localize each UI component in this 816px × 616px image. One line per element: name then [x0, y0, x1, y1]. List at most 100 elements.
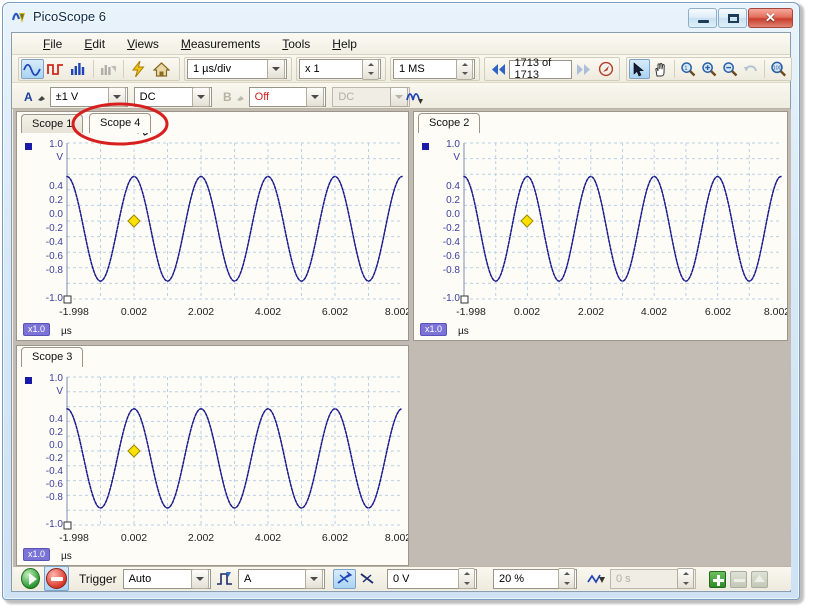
rising-edge-icon [337, 571, 353, 584]
minimize-button[interactable] [688, 8, 717, 28]
scope-2-graph[interactable]: 1.0V 0.40.20.0 -0.2-0.4-0.6 -0.8-1.0 -1.… [414, 133, 787, 340]
channel-a-group: A ±1 V DC [18, 85, 214, 109]
channel-b-label[interactable]: B [219, 90, 236, 104]
trigger-mode-combo[interactable]: Auto [122, 568, 212, 589]
svg-text:-0.2: -0.2 [443, 223, 461, 234]
scope-3-graph[interactable]: 1.0V 0.40.20.0 -0.2-0.4-0.6 -0.8-1.0 -1.… [17, 367, 408, 565]
hand-pan-tool-button[interactable] [650, 59, 671, 79]
pretrigger-spin[interactable] [558, 568, 575, 589]
svg-text:6.002: 6.002 [322, 306, 348, 318]
chevron-down-icon[interactable] [267, 59, 285, 79]
persistence-view-button[interactable] [97, 59, 120, 79]
trigger-threshold-stepper[interactable]: 0 V [387, 568, 477, 589]
svg-text:8.002: 8.002 [385, 532, 408, 544]
channel-a-marker [422, 143, 429, 150]
channel-toolbar: A ±1 V DC B Off DC [12, 83, 790, 109]
scope-1-4-graph[interactable]: 1.0V 0.40.20.0 -0.2-0.4-0.6 -0.8-1.0 -1.… [17, 133, 408, 340]
channel-a-label[interactable]: A [20, 90, 37, 104]
chevron-down-icon[interactable] [191, 87, 210, 107]
tab-scope-4[interactable]: Scope 4 [89, 113, 152, 133]
menu-help[interactable]: Help [321, 35, 368, 53]
channel-options-button[interactable] [404, 87, 427, 107]
tab-scope-1[interactable]: Scope 1 [21, 114, 84, 133]
maximize-button[interactable] [718, 8, 747, 28]
pointer-tool-icon [633, 61, 644, 76]
buffer-index-text: 1713 of 1713 [514, 57, 552, 81]
start-capture-button[interactable] [21, 568, 40, 589]
multiplier-group: x 1 [296, 57, 386, 81]
buffer-first-button[interactable] [487, 59, 509, 79]
edge-direction-group [331, 568, 383, 589]
chevron-down-icon[interactable] [305, 568, 323, 589]
samples-spin[interactable] [456, 58, 473, 80]
zoom-select-tool-button[interactable]: 1 [678, 59, 699, 79]
layout-view-button[interactable] [751, 570, 768, 588]
add-view-button[interactable] [709, 570, 726, 588]
scope-panel-3-plot[interactable]: 1.0 V 0.4 0.2 0.0 -0.2 -0.4 -0.6 -0.8 -1.0 [17, 367, 408, 565]
multiplier-stepper[interactable]: x 1 [299, 58, 381, 80]
samples-stepper[interactable]: 1 MS [393, 58, 475, 80]
desktop-background: PicoScope 6 ✕ File Edit Views Measuremen… [0, 0, 816, 616]
svg-text:0.0: 0.0 [49, 440, 63, 451]
scope-panel-3: Scope 3 1.0 V 0.4 0.2 0.0 -0.2 -0.4 -0.6 -0.8… [16, 345, 409, 566]
chevron-down-icon[interactable] [306, 87, 325, 107]
svg-text:6.002: 6.002 [322, 532, 348, 544]
close-button[interactable]: ✕ [748, 8, 793, 28]
zoom-out-tool-button[interactable] [719, 59, 740, 79]
scope-panel-2-plot[interactable]: 1.0 V 0.4 0.2 0.0 -0.2 -0.4 -0.6 -0.8 -1.0 [414, 133, 787, 340]
scope-panel-2: Scope 2 1.0 V 0.4 0.2 0.0 -0.2 -0.4 -0.6 -0.8… [413, 111, 788, 341]
buffer-navigator-button[interactable] [595, 59, 617, 79]
threshold-spin[interactable] [458, 568, 475, 589]
picoscope-window: PicoScope 6 ✕ File Edit Views Measuremen… [2, 2, 800, 600]
menu-tools[interactable]: Tools [271, 35, 321, 53]
undo-zoom-icon [743, 65, 757, 72]
menu-edit[interactable]: Edit [73, 35, 116, 53]
buffer-next-button[interactable] [572, 59, 594, 79]
trigger-source-combo[interactable]: A [237, 568, 325, 589]
buffer-index-field[interactable]: 1713 of 1713 [509, 57, 573, 81]
scope-panel-1-plot[interactable]: 1.0 V 0.4 0.2 0.0 -0.2 -0.4 -0.6 -0.8 -1.0 [17, 133, 408, 340]
auto-setup-button[interactable] [127, 59, 150, 79]
undo-zoom-button[interactable] [740, 59, 761, 79]
svg-text:2.002: 2.002 [188, 306, 214, 318]
remove-view-button[interactable] [730, 570, 747, 588]
threshold-group: 0 V [385, 568, 481, 589]
chevron-down-icon[interactable] [107, 87, 126, 107]
nav-rewind-icon [491, 63, 505, 75]
channel-a-coupling-combo[interactable]: DC [133, 87, 212, 107]
home-button[interactable] [150, 59, 173, 79]
trigger-type-button[interactable] [214, 569, 235, 589]
pretrigger-stepper[interactable]: 20 % [493, 568, 577, 589]
svg-text:-1.998: -1.998 [59, 532, 89, 544]
channel-a-range-combo[interactable]: ±1 V [49, 87, 128, 107]
falling-edge-icon [360, 573, 374, 584]
zoom-in-tool-button[interactable] [699, 59, 720, 79]
svg-text:0.002: 0.002 [514, 306, 540, 318]
rising-edge-button[interactable] [333, 568, 356, 589]
channel-offset-handle [460, 295, 469, 304]
tab-scope-2[interactable]: Scope 2 [418, 113, 481, 133]
scope-panel-3-tabstrip: Scope 3 [17, 346, 408, 367]
multiplier-spin[interactable] [362, 58, 379, 80]
square-wave-button[interactable] [44, 59, 67, 79]
timebase-combo[interactable]: 1 µs/div [187, 59, 287, 79]
menu-measurements[interactable]: Measurements [170, 35, 271, 53]
pointer-tool-button[interactable] [629, 59, 650, 79]
stop-capture-wrapper [44, 566, 69, 591]
falling-edge-button[interactable] [356, 569, 379, 589]
zoom-100-button[interactable]: 100 [768, 59, 789, 79]
zoom-badge: x1.0 [420, 323, 448, 336]
advanced-trigger-button[interactable] [585, 569, 608, 589]
spectrum-view-button[interactable] [67, 59, 90, 79]
svg-text:6.002: 6.002 [705, 306, 731, 318]
advanced-trigger-icon [587, 574, 605, 584]
menu-file[interactable]: File [32, 35, 73, 53]
tab-scope-3[interactable]: Scope 3 [21, 347, 84, 367]
channel-b-range-combo[interactable]: Off [248, 87, 327, 107]
stop-capture-button[interactable] [46, 568, 67, 589]
chevron-down-icon[interactable] [191, 568, 210, 589]
svg-text:0.2: 0.2 [446, 195, 460, 206]
scope-view-button[interactable] [21, 59, 44, 79]
svg-text:100: 100 [773, 66, 782, 72]
menu-views[interactable]: Views [116, 35, 170, 53]
